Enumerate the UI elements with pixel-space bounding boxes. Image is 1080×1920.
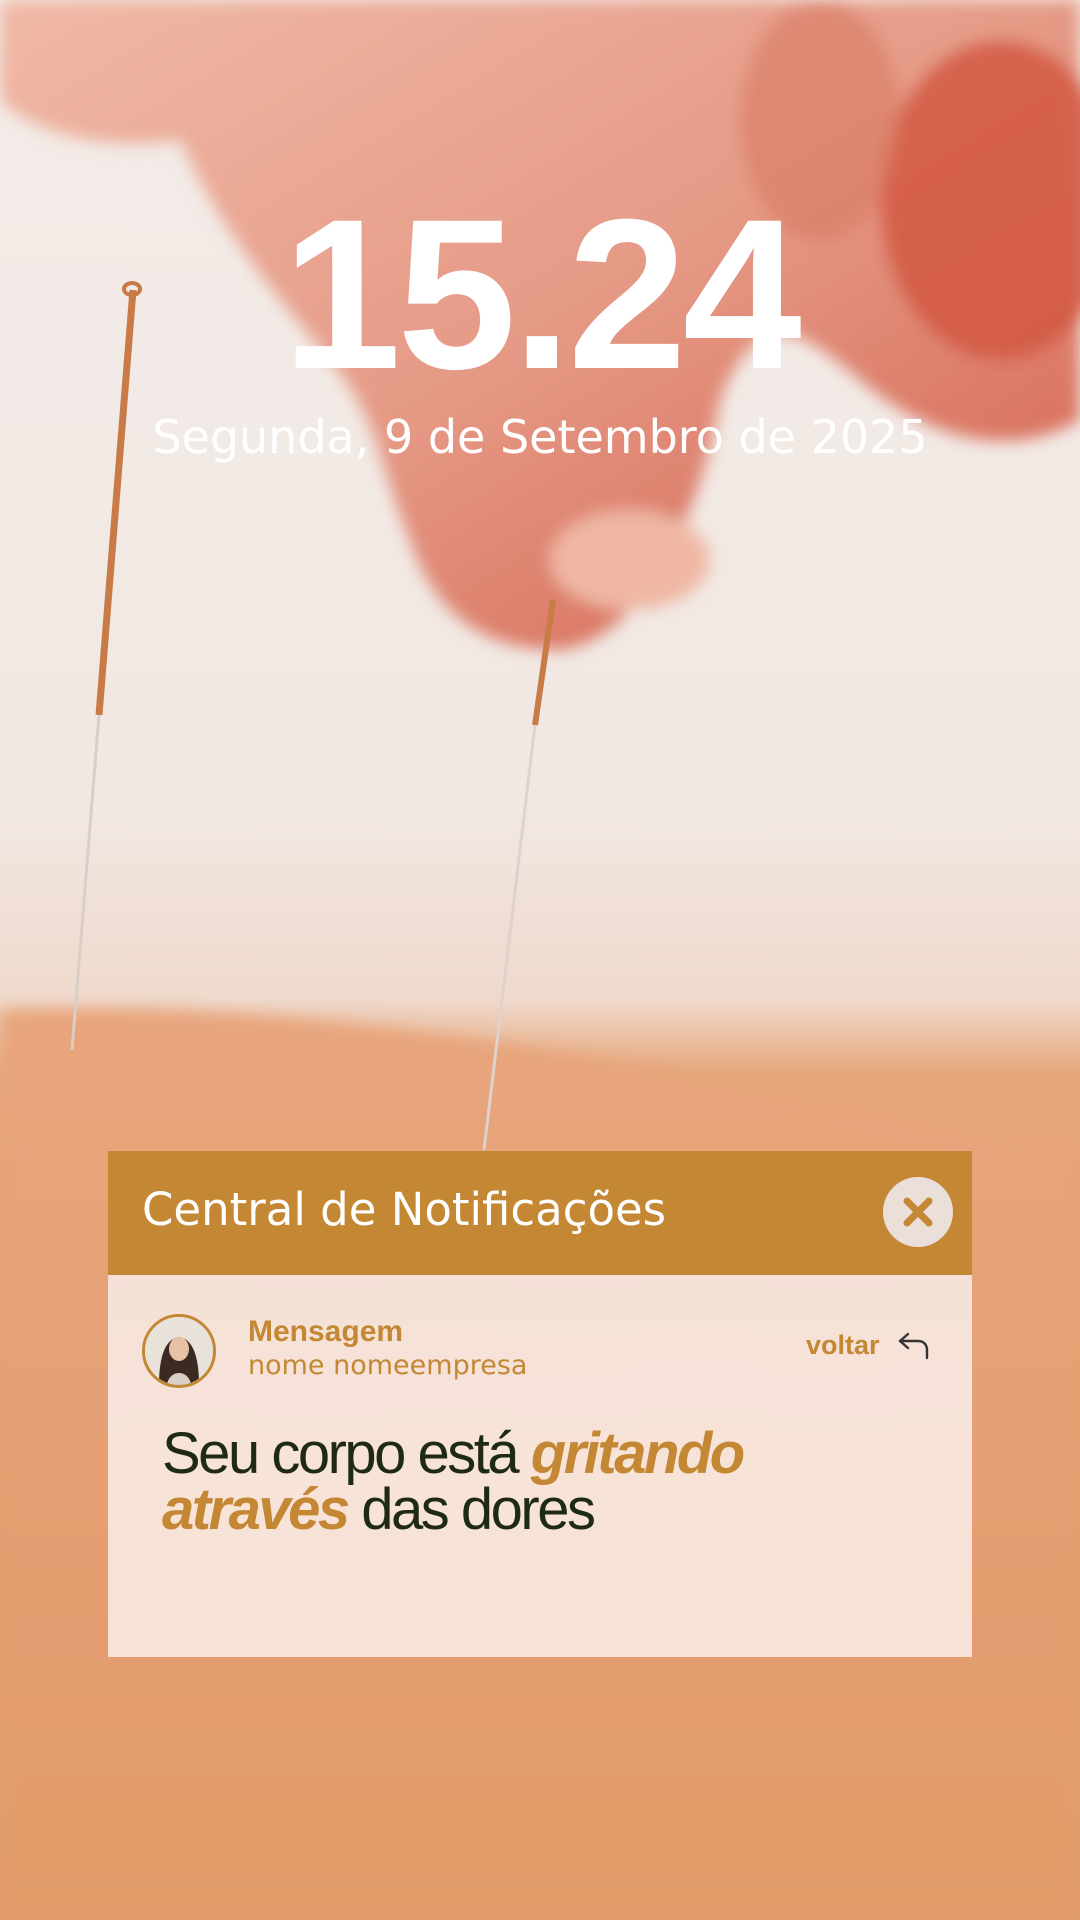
lockscreen-clock: 15.24 <box>282 175 802 414</box>
message-emphasis-text: através <box>162 1477 350 1542</box>
avatar <box>142 1314 216 1388</box>
avatar-photo <box>145 1317 213 1385</box>
message-text: das dores <box>347 1477 596 1542</box>
notification-center-title: Central de Notificações <box>142 1183 667 1236</box>
reply-arrow-icon <box>898 1332 928 1360</box>
notification-message: Seu corpo está gritando através das dores <box>162 1425 922 1539</box>
notification-center-header: Central de Notificações <box>108 1151 972 1275</box>
notification-type-label: Mensagem <box>248 1315 404 1348</box>
back-button[interactable]: voltar <box>806 1325 930 1365</box>
back-button-label: voltar <box>806 1329 880 1360</box>
lockscreen-date: Segunda, 9 de Setembro de 2025 <box>152 410 928 464</box>
notification-sender: nome nomeempresa <box>248 1350 528 1381</box>
close-x-icon <box>903 1197 933 1227</box>
close-button[interactable] <box>883 1177 953 1247</box>
notification-center-panel: Central de Notificações Mensagem nome no… <box>108 1151 972 1657</box>
